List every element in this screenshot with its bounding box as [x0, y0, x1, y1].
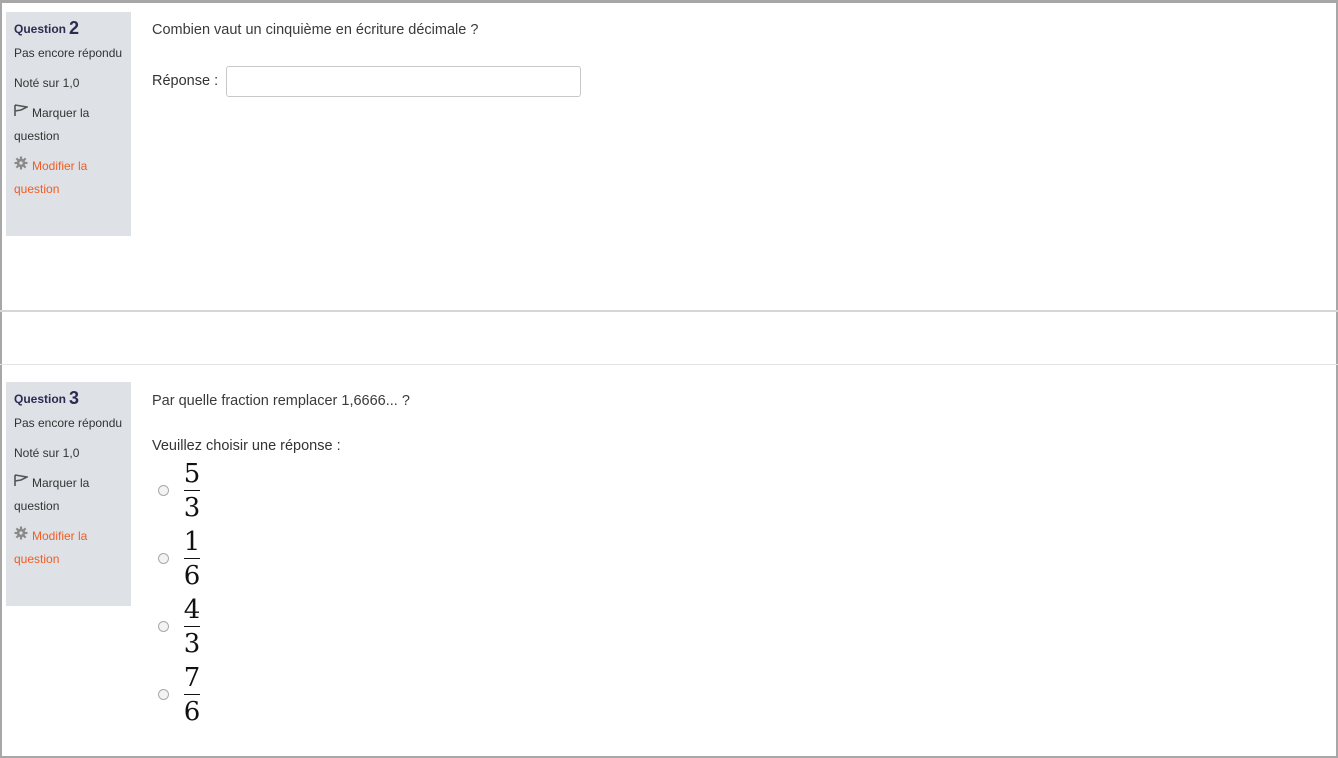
gear-icon	[14, 155, 28, 177]
fraction-numerator: 5	[183, 459, 201, 489]
fraction-denominator: 6	[183, 561, 201, 591]
question-divider	[0, 310, 1338, 312]
radio-button[interactable]	[158, 553, 169, 564]
answer-label: Réponse :	[152, 73, 219, 89]
flag-icon	[14, 102, 30, 124]
question-text: Combien vaut un cinquième en écriture dé…	[152, 22, 479, 38]
question-divider	[0, 364, 1338, 365]
question-number: Question 2	[14, 16, 123, 40]
question-info-panel: Question 2 Pas encore répondu Noté sur 1,…	[6, 12, 131, 236]
fraction-denominator: 3	[183, 493, 201, 523]
fraction-denominator: 3	[183, 629, 201, 659]
fraction: 5 3	[183, 460, 201, 522]
answer-choice[interactable]: 7 6	[158, 664, 218, 728]
question-num: 3	[69, 388, 80, 408]
edit-question-link[interactable]: Modifier la question	[14, 525, 123, 570]
answer-input[interactable]	[226, 66, 581, 97]
answer-choice[interactable]: 1 6	[158, 528, 218, 592]
question-state: Pas encore répondu	[14, 416, 123, 430]
question-grade: Noté sur 1,0	[14, 446, 80, 460]
question-state: Pas encore répondu	[14, 46, 123, 60]
fraction: 7 6	[183, 664, 201, 726]
question-info-panel: Question 3 Pas encore répondu Noté sur 1,…	[6, 382, 131, 606]
fraction-bar	[184, 490, 200, 491]
edit-question-link[interactable]: Modifier la question	[14, 155, 123, 200]
fraction-bar	[184, 694, 200, 695]
flag-question-link[interactable]: Marquer la question	[14, 102, 123, 147]
question-number: Question 3	[14, 386, 123, 410]
fraction-bar	[184, 558, 200, 559]
fraction-numerator: 7	[183, 663, 201, 693]
fraction: 4 3	[183, 596, 201, 658]
gear-icon	[14, 525, 28, 547]
fraction-bar	[184, 626, 200, 627]
question-grade: Noté sur 1,0	[14, 76, 80, 90]
answer-choice[interactable]: 4 3	[158, 596, 218, 660]
question-label: Question	[14, 22, 67, 36]
question-text: Par quelle fraction remplacer 1,6666... …	[152, 393, 410, 409]
radio-button[interactable]	[158, 485, 169, 496]
fraction-numerator: 4	[183, 595, 201, 625]
flag-icon	[14, 472, 30, 494]
fraction: 1 6	[183, 528, 201, 590]
radio-button[interactable]	[158, 689, 169, 700]
fraction-numerator: 1	[183, 527, 201, 557]
answer-choice[interactable]: 5 3	[158, 460, 218, 524]
fraction-denominator: 6	[183, 697, 201, 727]
answer-prompt: Veuillez choisir une réponse :	[152, 438, 341, 454]
flag-question-link[interactable]: Marquer la question	[14, 472, 123, 517]
question-num: 2	[69, 18, 80, 38]
radio-button[interactable]	[158, 621, 169, 632]
question-label: Question	[14, 392, 67, 406]
